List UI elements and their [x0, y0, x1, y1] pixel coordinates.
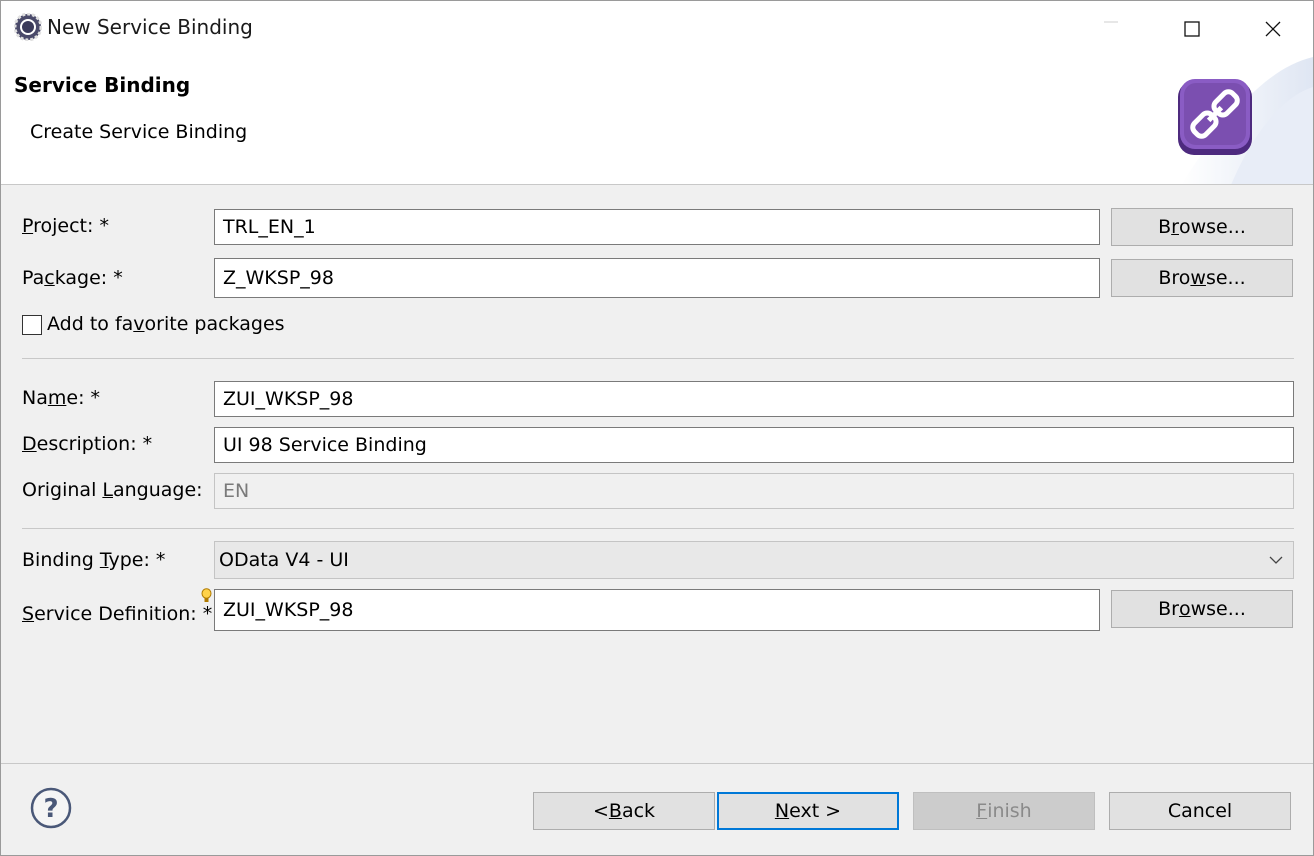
service-definition-label: Service Definition: * [22, 603, 213, 625]
favorite-packages-checkbox[interactable] [22, 315, 42, 335]
original-language-input: EN [214, 473, 1294, 509]
window-title: New Service Binding [47, 15, 253, 39]
project-browse-button[interactable]: Br owse... [1111, 208, 1293, 246]
name-input[interactable]: ZUI_WKSP_98 [214, 381, 1294, 417]
minimize-button[interactable] [1071, 1, 1151, 57]
chain-link-icon [1178, 79, 1252, 155]
separator [22, 528, 1294, 529]
project-label: Project: * [22, 215, 109, 237]
help-icon[interactable]: ? [30, 787, 72, 829]
separator [22, 358, 1294, 359]
name-label: Name: * [22, 387, 101, 409]
wizard-header: Service Binding Create Service Binding [1, 57, 1313, 185]
chevron-down-icon [1269, 556, 1283, 564]
service-definition-input[interactable]: ZUI_WKSP_98 [214, 589, 1100, 631]
next-button[interactable]: Next > [717, 792, 899, 830]
original-language-label: Original Language: [22, 479, 203, 501]
package-label: Package: * [22, 267, 123, 289]
page-title: Service Binding [14, 73, 191, 97]
close-button[interactable] [1233, 1, 1313, 57]
eclipse-gear-icon [14, 13, 42, 41]
finish-button: Finish [913, 792, 1095, 830]
dialog-window: New Service Binding Service Binding Crea… [0, 0, 1314, 856]
description-label: Description: * [22, 433, 153, 455]
description-input[interactable]: UI 98 Service Binding [214, 427, 1294, 463]
minimize-icon [1104, 21, 1118, 23]
service-definition-browse-button[interactable]: Br o wse... [1111, 590, 1293, 628]
package-browse-button[interactable]: Bro w se... [1111, 259, 1293, 297]
page-subtitle: Create Service Binding [30, 121, 248, 143]
cancel-button[interactable]: Cancel [1109, 792, 1291, 830]
back-button[interactable]: < Back [533, 792, 715, 830]
title-bar: New Service Binding [1, 1, 1313, 57]
package-input[interactable]: Z_WKSP_98 [214, 258, 1100, 298]
maximize-icon [1184, 21, 1200, 37]
binding-type-label: Binding Type: * [22, 549, 166, 571]
close-icon [1265, 21, 1281, 37]
binding-type-value: OData V4 - UI [219, 549, 349, 571]
project-input[interactable]: TRL_EN_1 [214, 209, 1100, 245]
binding-type-select[interactable]: OData V4 - UI [214, 541, 1294, 579]
maximize-button[interactable] [1152, 1, 1232, 57]
svg-text:?: ? [43, 794, 58, 824]
lightbulb-hint-icon [201, 588, 212, 602]
footer-separator [1, 763, 1313, 764]
favorite-packages-label[interactable]: Add to favorite packages [47, 313, 285, 335]
